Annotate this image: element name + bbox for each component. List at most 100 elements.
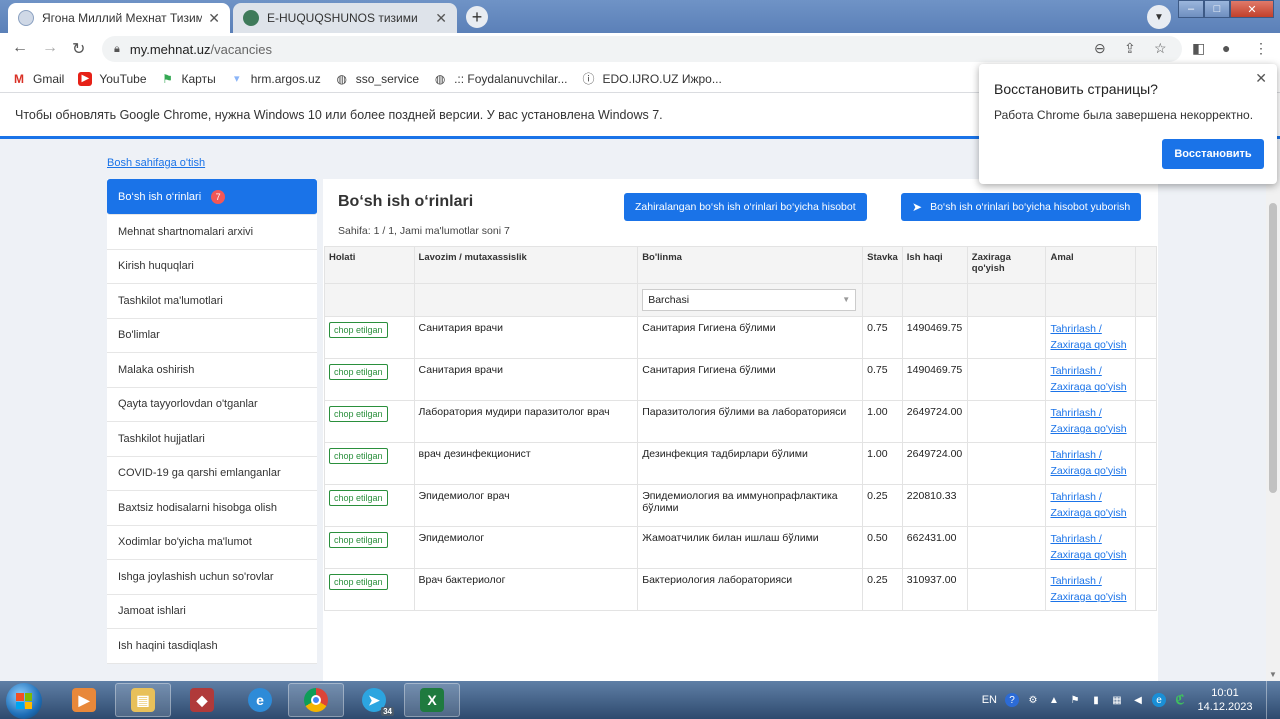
- edit-link[interactable]: Tahrirlash /: [1050, 490, 1131, 506]
- show-hidden-icons-icon[interactable]: ▲: [1047, 693, 1061, 707]
- reserve-link[interactable]: Zaxiraga qo'yish: [1050, 506, 1131, 522]
- close-window-button[interactable]: ✕: [1230, 0, 1274, 18]
- back-arrow-icon[interactable]: ←: [12, 39, 28, 57]
- home-link[interactable]: Bosh sahifaga o'tish: [107, 157, 205, 169]
- edit-link[interactable]: Tahrirlash /: [1050, 364, 1131, 380]
- url-field[interactable]: 🔒︎ my.mehnat.uz/vacancies: [102, 36, 1182, 62]
- reserve-link[interactable]: Zaxiraga qo'yish: [1050, 380, 1131, 396]
- department-filter-select[interactable]: Barchasi ▼: [642, 289, 857, 311]
- tab-mehnat[interactable]: Ягона Миллий Мехнат Тизими ✕: [8, 3, 230, 33]
- sidebar-item-retraining[interactable]: Qayta tayyorlovdan o'tganlar: [107, 388, 317, 422]
- maximize-button[interactable]: □: [1204, 0, 1230, 18]
- sidebar-item-documents[interactable]: Tashkilot hujjatlari: [107, 422, 317, 457]
- taskbar-telegram[interactable]: ➤ 34: [346, 683, 402, 717]
- close-icon[interactable]: ✕: [1255, 70, 1267, 87]
- bookmark-gmail[interactable]: M Gmail: [12, 72, 64, 86]
- show-desktop-button[interactable]: [1266, 681, 1280, 719]
- reload-icon[interactable]: ↻: [72, 39, 85, 59]
- edit-link[interactable]: Tahrirlash /: [1050, 532, 1131, 548]
- bookmark-icon: ▾: [233, 73, 240, 85]
- sidebar-item-departments[interactable]: Bo'limlar: [107, 319, 317, 353]
- volume-icon[interactable]: ◀: [1131, 693, 1145, 707]
- scroll-down-icon[interactable]: ▼: [1269, 670, 1277, 679]
- taskbar-excel[interactable]: X: [404, 683, 460, 717]
- bookmark-sso[interactable]: ◍ sso_service: [335, 72, 419, 86]
- column-header[interactable]: Ish haqi: [901, 246, 968, 284]
- help-icon[interactable]: ?: [1005, 693, 1019, 707]
- bookmark-hrm[interactable]: ▾ hrm.argos.uz: [230, 72, 321, 86]
- taskbar-app[interactable]: ◆: [174, 683, 230, 717]
- restore-button[interactable]: Восстановить: [1162, 139, 1264, 169]
- taskbar-ie[interactable]: e: [232, 683, 288, 717]
- sidebar-item-organization-info[interactable]: Tashkilot ma'lumotlari: [107, 284, 317, 319]
- column-header[interactable]: Holati: [324, 246, 415, 284]
- edit-link[interactable]: Tahrirlash /: [1050, 322, 1131, 338]
- sidebar-item-contracts-archive[interactable]: Mehnat shartnomalari arxivi: [107, 215, 317, 250]
- send-report-button[interactable]: ➤ Bo‘sh ish o‘rinlari bo‘yicha hisobot y…: [901, 193, 1142, 221]
- bookmark-youtube[interactable]: ▶ YouTube: [78, 71, 147, 86]
- column-header[interactable]: Lavozim / mutaxassislik: [413, 246, 639, 284]
- pagination-info: Sahifa: 1 / 1, Jami ma'lumotlar soni 7: [338, 225, 510, 237]
- edit-link[interactable]: Tahrirlash /: [1050, 574, 1131, 590]
- sidebar-item-public-works[interactable]: Jamoat ishlari: [107, 595, 317, 629]
- sync-icon[interactable]: ℭ: [1173, 692, 1187, 707]
- close-icon[interactable]: ✕: [435, 10, 447, 27]
- rate-cell: 0.25: [862, 568, 903, 611]
- column-header[interactable]: Amal: [1045, 246, 1137, 284]
- tab-search-button[interactable]: ▼: [1147, 5, 1171, 29]
- reserve-link[interactable]: Zaxiraga qo'yish: [1050, 590, 1131, 606]
- column-header[interactable]: Zaxiraga qo'yish: [966, 246, 1047, 284]
- position-cell: врач дезинфекционист: [413, 442, 639, 485]
- share-icon[interactable]: ⇪: [1124, 40, 1136, 57]
- sidebar-item-vacancies[interactable]: Bo‘sh ish o‘rinlari 7: [107, 179, 317, 215]
- sidebar-item-salary-approval[interactable]: Ish haqini tasdiqlash: [107, 629, 317, 664]
- language-indicator[interactable]: EN: [982, 694, 997, 706]
- clock[interactable]: 10:01 14.12.2023: [1194, 686, 1256, 714]
- sidebar-item-accidents[interactable]: Baxtsiz hodisalarni hisobga olish: [107, 491, 317, 526]
- new-tab-button[interactable]: +: [466, 6, 488, 28]
- tray-tool-icon[interactable]: ⚙: [1026, 693, 1040, 707]
- edit-link[interactable]: Tahrirlash /: [1050, 448, 1131, 464]
- gmail-icon: M: [14, 71, 24, 86]
- sidebar-item-employees-info[interactable]: Xodimlar bo'yicha ma'lumot: [107, 526, 317, 560]
- minimize-button[interactable]: –: [1178, 0, 1204, 18]
- maps-icon: ⚑: [162, 71, 173, 86]
- bookmark-maps[interactable]: ⚑ Карты: [161, 72, 216, 86]
- sidebar-item-job-requests[interactable]: Ishga joylashish uchun so'rovlar: [107, 560, 317, 595]
- profile-icon[interactable]: ●: [1222, 40, 1230, 56]
- sidebar-item-access-rights[interactable]: Kirish huquqlari: [107, 250, 317, 284]
- zoom-icon[interactable]: ⊖: [1094, 40, 1106, 57]
- forward-arrow-icon[interactable]: →: [42, 39, 58, 57]
- reserve-link[interactable]: Zaxiraga qo'yish: [1050, 422, 1131, 438]
- windows-logo-icon: [16, 693, 32, 709]
- network-icon[interactable]: ▦: [1110, 693, 1124, 707]
- reserved-report-button[interactable]: Zahiralangan bo‘sh ish o‘rinlari bo‘yich…: [624, 193, 867, 221]
- reserve-link[interactable]: Zaxiraga qo'yish: [1050, 338, 1131, 354]
- taskbar-media-player[interactable]: ▶: [56, 683, 112, 717]
- antivirus-icon[interactable]: e: [1152, 693, 1166, 707]
- reserve-link[interactable]: Zaxiraga qo'yish: [1050, 464, 1131, 480]
- taskbar-chrome[interactable]: [288, 683, 344, 717]
- start-button[interactable]: [6, 683, 42, 719]
- side-panel-icon[interactable]: ◧: [1192, 40, 1205, 57]
- flag-icon[interactable]: ⚑: [1068, 693, 1082, 707]
- bookmark-foydalanuvchilar[interactable]: ◍ .:: Foydalanuvchilar...: [433, 72, 568, 86]
- edit-link[interactable]: Tahrirlash /: [1050, 406, 1131, 422]
- position-cell: Эпидемиолог врач: [413, 484, 639, 527]
- column-header[interactable]: Stavka: [862, 246, 903, 284]
- bookmark-edo[interactable]: ⓘ EDO.IJRO.UZ Ижро...: [581, 72, 721, 87]
- tab-huquqshunos[interactable]: E-HUQUQSHUNOS тизими ✕: [233, 3, 457, 33]
- sidebar-item-qualification[interactable]: Malaka oshirish: [107, 353, 317, 388]
- salary-cell: 1490469.75: [901, 316, 968, 359]
- column-header[interactable]: Bo'linma: [637, 246, 864, 284]
- menu-kebab-icon[interactable]: ⋮: [1254, 40, 1268, 57]
- rate-cell: 0.75: [862, 316, 903, 359]
- sidebar-item-covid[interactable]: COVID-19 ga qarshi emlanganlar: [107, 457, 317, 491]
- taskbar-explorer[interactable]: ▤: [115, 683, 171, 717]
- page-scrollbar[interactable]: ▲ ▼: [1266, 141, 1280, 681]
- bookmark-star-icon[interactable]: ☆: [1154, 40, 1167, 57]
- reserve-link[interactable]: Zaxiraga qo'yish: [1050, 548, 1131, 564]
- close-icon[interactable]: ✕: [208, 10, 220, 27]
- scroll-thumb[interactable]: [1269, 203, 1277, 493]
- power-icon[interactable]: ▮: [1089, 693, 1103, 707]
